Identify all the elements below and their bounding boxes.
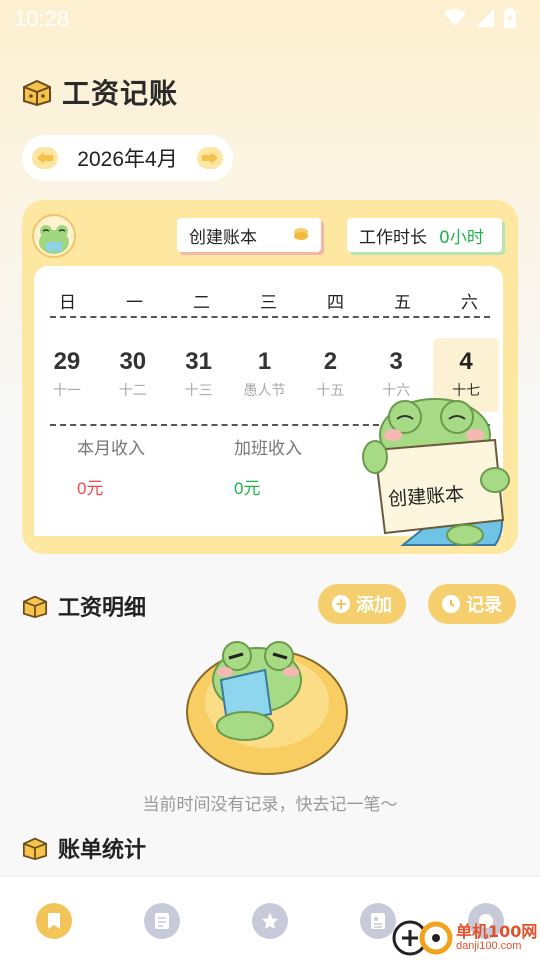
section-salary-detail: 工资明细: [22, 590, 146, 622]
treasure-box-icon: [23, 837, 47, 860]
lunar-date: 十二: [118, 383, 147, 399]
date-number: 30: [119, 348, 147, 375]
weekday-label: 四: [327, 293, 344, 313]
prev-month-button[interactable]: [32, 147, 58, 169]
date-number: 3: [389, 348, 403, 375]
weekday-label: 一: [126, 293, 143, 313]
section-title: 工资明细: [58, 596, 147, 621]
watermark-url: danji100.com: [456, 940, 522, 952]
work-hours-value: 0小时: [439, 227, 484, 248]
frog-avatar-icon: [39, 225, 69, 254]
overtime-income-label: 加班收入: [234, 439, 302, 459]
lunar-date: 十三: [184, 383, 213, 399]
status-time: 10:28: [14, 6, 70, 31]
work-hours-label: 工作时长: [359, 227, 427, 248]
bookmark-icon: [36, 903, 72, 939]
weekday-header: 日 一 二 三 四 五 六: [34, 288, 503, 313]
plus-icon: +: [332, 595, 350, 613]
treasure-box-icon: [23, 79, 51, 106]
document-icon: [360, 903, 396, 939]
notebook-icon: [144, 903, 180, 939]
work-hours-button[interactable]: 工作时长 0小时: [347, 218, 502, 252]
section-title: 账单统计: [58, 838, 147, 863]
monthly-income-label: 本月收入: [77, 439, 145, 459]
date-cell[interactable]: 29 十一: [34, 338, 100, 412]
date-number: 2: [323, 348, 338, 375]
battery-icon: [504, 8, 516, 28]
status-icons: [444, 8, 516, 28]
weekday-label: 二: [193, 293, 210, 313]
date-number: 4: [459, 348, 473, 375]
date-cell[interactable]: 1 愚人节: [232, 338, 298, 412]
record-button[interactable]: 记录: [428, 584, 516, 624]
add-label: 添加: [356, 595, 392, 616]
divider: [50, 316, 490, 318]
weekday-label: 五: [394, 293, 411, 313]
create-ledger-label: 创建账本: [189, 227, 257, 248]
arrow-left-icon: [37, 152, 53, 164]
weekday-label: 三: [260, 293, 277, 313]
lunar-date: 十一: [52, 383, 81, 399]
wifi-icon: [444, 9, 466, 26]
avatar[interactable]: [32, 214, 76, 258]
arrow-right-icon: [202, 152, 218, 164]
lunar-date: 愚人节: [243, 383, 286, 399]
date-number: 31: [185, 348, 212, 375]
add-button[interactable]: + 添加: [318, 584, 406, 624]
watermark-name: 单机100网: [456, 922, 538, 941]
nav-notes[interactable]: [108, 877, 216, 960]
status-bar: 10:28: [0, 0, 540, 38]
nav-home[interactable]: [0, 877, 108, 960]
next-month-button[interactable]: [197, 147, 223, 169]
date-number: 1: [257, 348, 272, 375]
section-bill-stats: 账单统计: [22, 832, 146, 864]
overtime-income-value: 0元: [234, 479, 261, 498]
current-month-label[interactable]: 2026年4月: [77, 143, 177, 173]
empty-state-text: 当前时间没有记录，快去记一笔～: [142, 795, 398, 815]
weekday-label: 六: [461, 293, 478, 313]
note-create-ledger-label: 创建账本: [387, 483, 465, 511]
nav-favorites[interactable]: [216, 877, 324, 960]
month-selector: 2026年4月: [22, 135, 233, 181]
frog-note-illustration[interactable]: [345, 395, 525, 555]
date-cell[interactable]: 30 十二: [100, 338, 166, 412]
signal-icon: [476, 9, 494, 27]
weekday-label: 日: [59, 293, 76, 313]
date-cell[interactable]: 31 十三: [166, 338, 232, 412]
treasure-box-icon: [23, 595, 47, 618]
page-title: 工资记账: [62, 77, 179, 110]
record-label: 记录: [466, 595, 502, 616]
empty-state-frog-illustration: [186, 641, 348, 775]
clock-icon: [442, 595, 460, 613]
coin-stack-icon: [294, 228, 308, 240]
monthly-income-value: 0元: [77, 479, 104, 498]
app-header: 工资记账: [22, 72, 178, 112]
star-icon: [252, 903, 288, 939]
date-number: 29: [53, 348, 81, 375]
create-ledger-button[interactable]: 创建账本: [177, 218, 321, 252]
